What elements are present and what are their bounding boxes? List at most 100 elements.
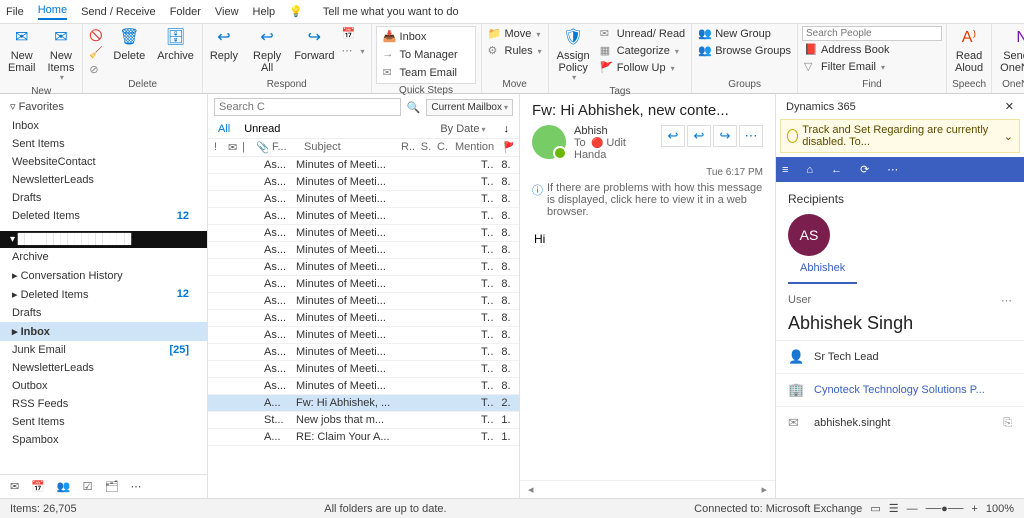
followup-button[interactable]: 🚩Follow Up: [598, 60, 688, 76]
new-group-button[interactable]: 👥New Group: [696, 26, 793, 42]
filter-email-button[interactable]: ▽Filter Email: [802, 59, 942, 75]
folder-item[interactable]: Archive: [0, 248, 207, 266]
filter-unread[interactable]: Unread: [244, 123, 280, 135]
categorize-button[interactable]: ▦Categorize: [598, 43, 688, 59]
folder-item[interactable]: Outbox: [0, 377, 207, 395]
delete-button[interactable]: 🗑Delete: [109, 26, 149, 64]
fav-item[interactable]: Inbox: [0, 117, 207, 135]
recipient-link[interactable]: Abhishek: [788, 260, 857, 284]
folder-item[interactable]: ▸ Deleted Items12: [0, 285, 207, 304]
quickstep-team[interactable]: ✉Team Email: [381, 65, 471, 81]
cleanup-button[interactable]: 🧹: [87, 45, 105, 61]
more-actions[interactable]: ⋯: [739, 125, 763, 147]
new-email-button[interactable]: ✉New Email: [4, 26, 39, 76]
message-row[interactable]: As...Minutes of Meeti...T...8.: [208, 344, 519, 361]
fav-item[interactable]: WeebsiteContact: [0, 153, 207, 171]
reply-button[interactable]: ↩Reply: [207, 26, 241, 64]
d365-warning[interactable]: Track and Set Regarding are currently di…: [780, 119, 1020, 153]
message-row[interactable]: A...RE: Claim Your A...T...1.: [208, 429, 519, 446]
tasks-view-icon[interactable]: ☑: [83, 480, 93, 493]
folder-item[interactable]: Spambox: [0, 431, 207, 449]
folder-item[interactable]: Junk Email[25]: [0, 341, 207, 359]
fav-item[interactable]: Drafts: [0, 189, 207, 207]
unread-read-button[interactable]: ✉Unread/ Read: [598, 26, 688, 42]
message-row[interactable]: As...Minutes of Meeti...T...8.: [208, 157, 519, 174]
search-mail-input[interactable]: [214, 98, 401, 116]
sort-dropdown[interactable]: By Date: [440, 123, 485, 135]
refresh-icon[interactable]: ⟳: [860, 163, 869, 176]
recipient-avatar[interactable]: AS: [788, 214, 830, 256]
back-icon[interactable]: ←: [831, 164, 842, 176]
fav-item[interactable]: Sent Items: [0, 135, 207, 153]
column-headers[interactable]: !✉|📎 F... Subject R... S. C. Mention 🚩: [208, 139, 519, 157]
message-row[interactable]: As...Minutes of Meeti...T...8.: [208, 208, 519, 225]
view-normal-icon[interactable]: ▭: [870, 502, 880, 515]
forward-action[interactable]: ↪: [713, 125, 737, 147]
view-reading-icon[interactable]: ☰: [889, 502, 899, 515]
menu-view[interactable]: View: [215, 6, 239, 18]
quickstep-manager[interactable]: →To Manager: [381, 47, 471, 63]
more-respond-button[interactable]: ⋯: [340, 43, 367, 59]
menu-home[interactable]: Home: [38, 4, 67, 20]
copy-icon[interactable]: ⎘: [1003, 417, 1012, 430]
folder-item[interactable]: RSS Feeds: [0, 395, 207, 413]
home-icon[interactable]: ⌂: [806, 164, 813, 176]
tell-me-search[interactable]: Tell me what you want to do: [323, 6, 459, 18]
message-row[interactable]: As...Minutes of Meeti...T...8.: [208, 378, 519, 395]
account-header[interactable]: ▾ ████████████████: [0, 231, 207, 248]
zoom-slider[interactable]: ──●──: [926, 503, 964, 515]
search-scope-dropdown[interactable]: Current Mailbox: [426, 99, 513, 116]
read-aloud-button[interactable]: A⁾Read Aloud: [951, 26, 987, 76]
message-row[interactable]: As...Minutes of Meeti...T...8.: [208, 276, 519, 293]
reply-all-action[interactable]: ↩: [687, 125, 711, 147]
folder-item[interactable]: NewsletterLeads: [0, 359, 207, 377]
rules-button[interactable]: ⚙Rules: [486, 43, 544, 59]
user-company-link[interactable]: Cynoteck Technology Solutions P...: [814, 384, 985, 396]
sort-direction-icon[interactable]: ↓: [504, 123, 510, 135]
address-book-button[interactable]: 📕Address Book: [802, 42, 942, 58]
fav-item[interactable]: Deleted Items12: [0, 207, 207, 225]
message-row[interactable]: As...Minutes of Meeti...T...8.: [208, 259, 519, 276]
search-people-input[interactable]: [802, 26, 942, 41]
scroll-left-icon[interactable]: ◂: [528, 483, 534, 496]
search-icon[interactable]: 🔍: [407, 101, 421, 114]
junk-button[interactable]: ⊘: [87, 62, 105, 78]
send-onenote-button[interactable]: NSend to OneNote: [996, 26, 1024, 76]
sender-avatar[interactable]: [532, 125, 566, 159]
scroll-right-icon[interactable]: ▸: [761, 483, 767, 496]
reply-action[interactable]: ↩: [661, 125, 685, 147]
browse-groups-button[interactable]: 👥Browse Groups: [696, 43, 793, 59]
message-row[interactable]: As...Minutes of Meeti...T...8.: [208, 361, 519, 378]
overflow-icon[interactable]: ⋯: [887, 163, 898, 176]
filter-all[interactable]: All: [218, 123, 230, 135]
fav-item[interactable]: NewsletterLeads: [0, 171, 207, 189]
info-bar[interactable]: ⓘIf there are problems with how this mes…: [520, 178, 775, 222]
move-button[interactable]: 📁Move: [486, 26, 544, 42]
notes-view-icon[interactable]: 🗂: [105, 480, 119, 493]
menu-folder[interactable]: Folder: [170, 6, 201, 18]
message-row[interactable]: St...New jobs that m...T...1.: [208, 412, 519, 429]
favorites-header[interactable]: ▿ Favorites: [0, 94, 207, 117]
people-view-icon[interactable]: 👥: [57, 480, 71, 493]
menu-help[interactable]: Help: [253, 6, 276, 18]
folder-item[interactable]: ▸ Conversation History: [0, 266, 207, 285]
ignore-button[interactable]: 🚫: [87, 28, 105, 44]
user-menu-icon[interactable]: ⋯: [1001, 294, 1012, 307]
quickstep-inbox[interactable]: 📥Inbox: [381, 29, 471, 45]
message-row[interactable]: As...Minutes of Meeti...T...8.: [208, 191, 519, 208]
message-row[interactable]: A...Fw: Hi Abhishek, ...T...2.: [208, 395, 519, 412]
message-row[interactable]: As...Minutes of Meeti...T...8.: [208, 293, 519, 310]
message-row[interactable]: As...Minutes of Meeti...T...8.: [208, 327, 519, 344]
archive-button[interactable]: 🗄Archive: [153, 26, 198, 64]
folder-item[interactable]: Sent Items: [0, 413, 207, 431]
assign-policy-button[interactable]: 🛡Assign Policy: [553, 26, 594, 85]
menu-file[interactable]: File: [6, 6, 24, 18]
menu-send-receive[interactable]: Send / Receive: [81, 6, 156, 18]
folder-item[interactable]: ▸ Inbox: [0, 322, 207, 341]
hamburger-icon[interactable]: ≡: [782, 164, 788, 176]
mail-view-icon[interactable]: ✉: [10, 480, 19, 493]
reply-all-button[interactable]: ↩Reply All: [245, 26, 289, 76]
calendar-view-icon[interactable]: 📅: [31, 480, 45, 493]
close-icon[interactable]: ✕: [1005, 100, 1014, 113]
folder-item[interactable]: Drafts: [0, 304, 207, 322]
